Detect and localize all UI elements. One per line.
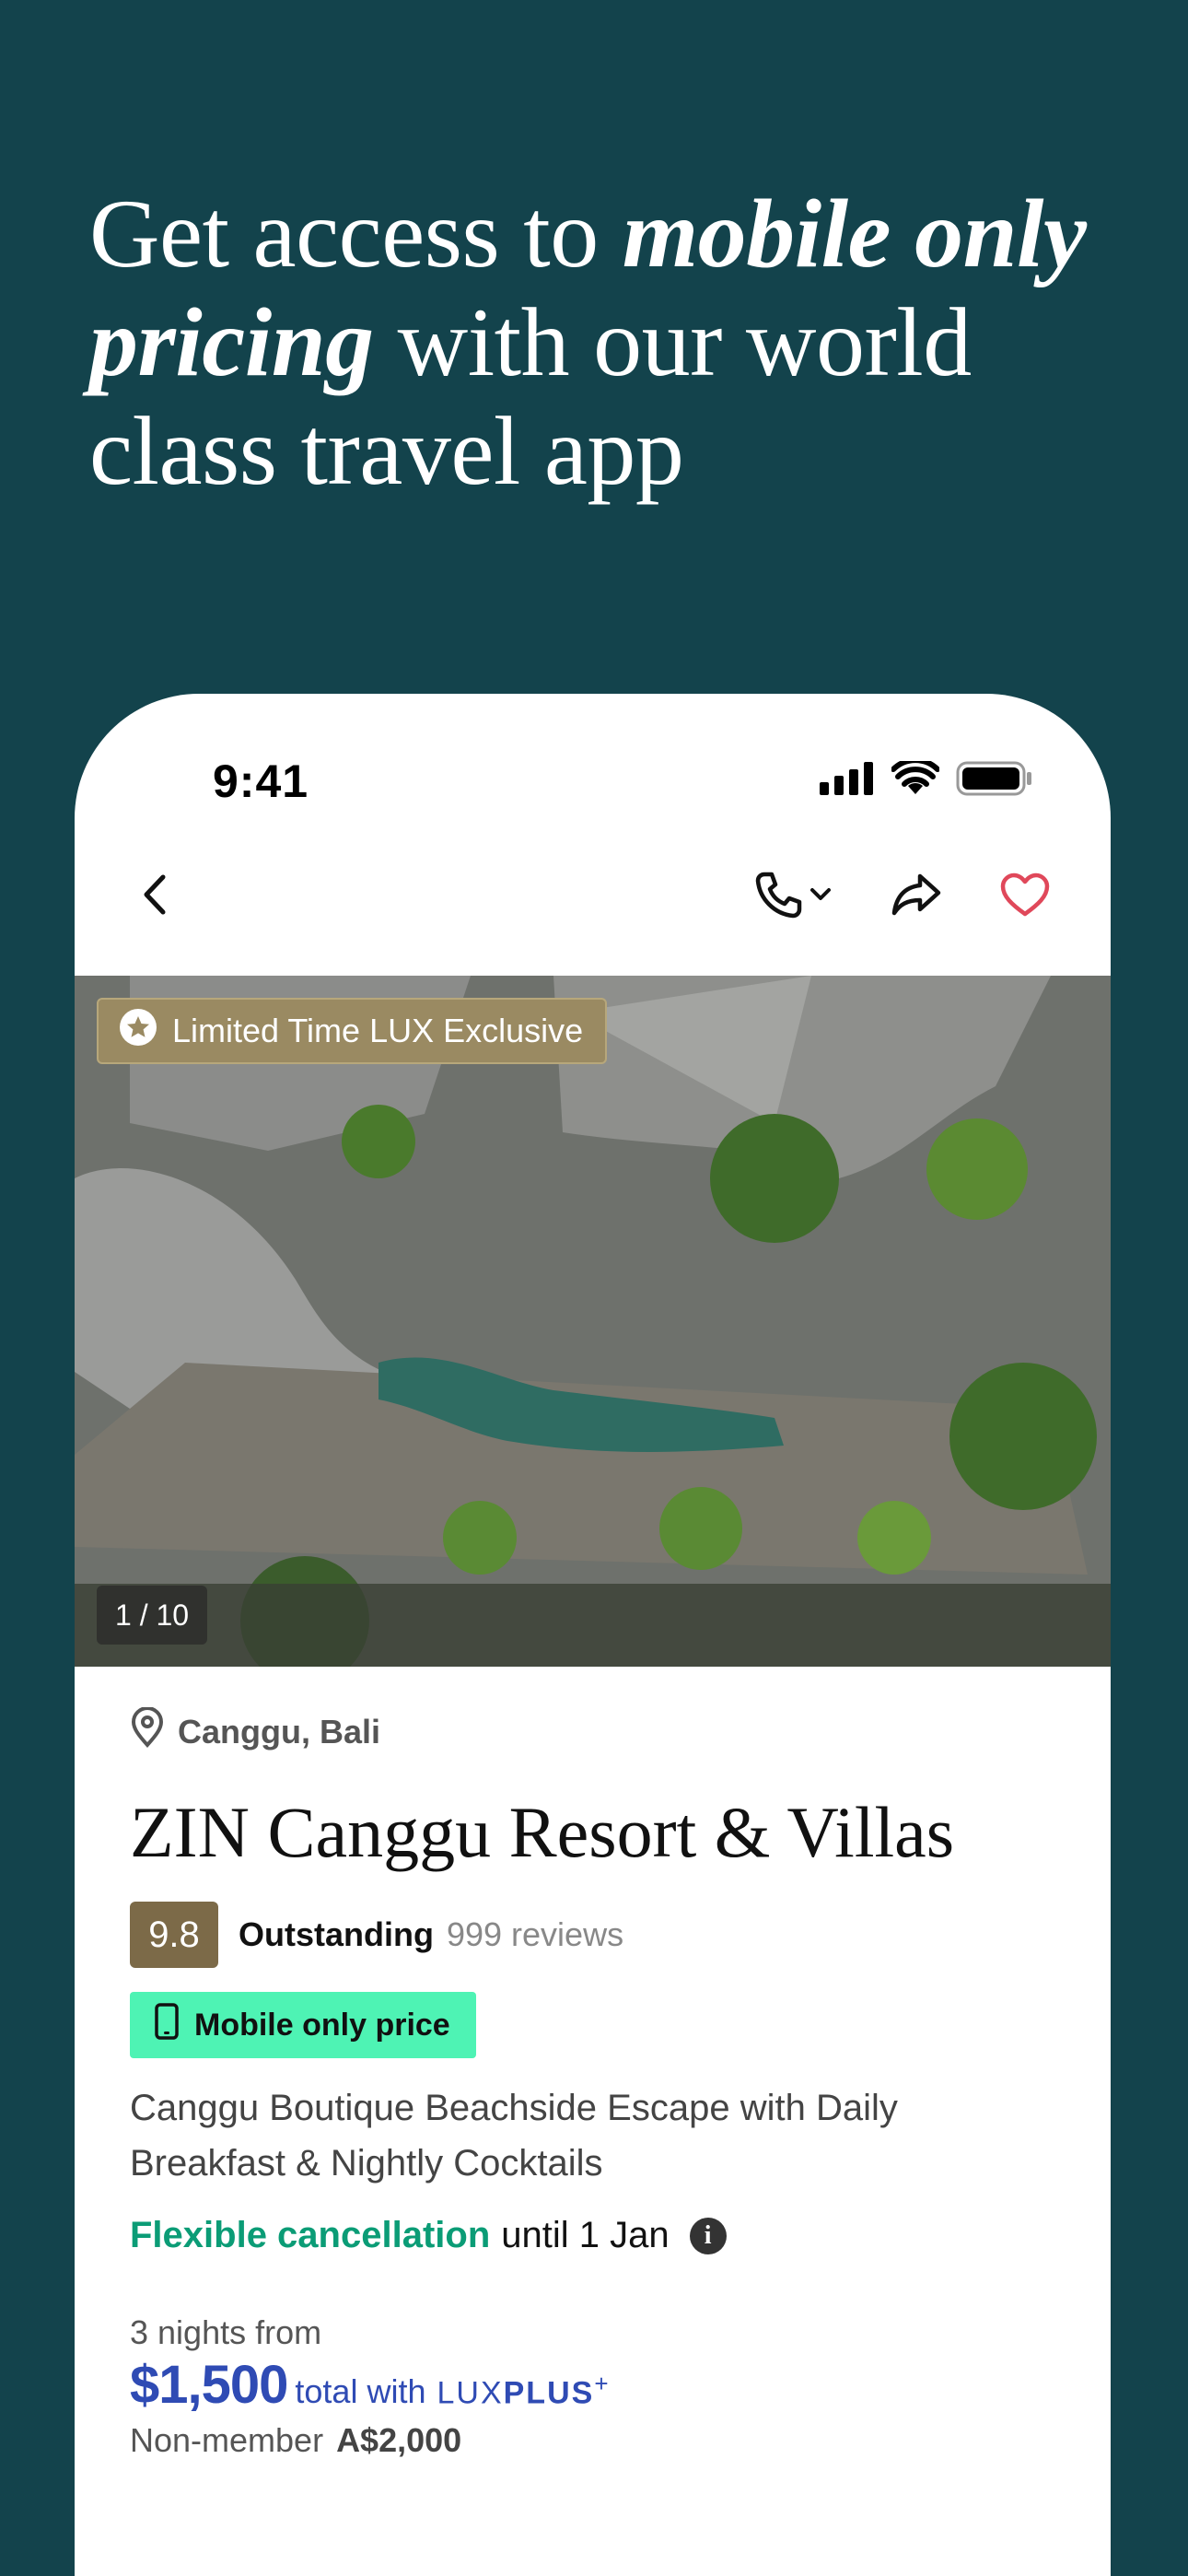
reviews-count[interactable]: 999 reviews bbox=[447, 1915, 623, 1954]
wifi-icon bbox=[891, 757, 940, 801]
total-with-label: total with bbox=[295, 2372, 426, 2410]
battery-icon bbox=[956, 760, 1033, 802]
member-price: $1,500 bbox=[130, 2355, 288, 2415]
location-row: Canggu, Bali bbox=[130, 1706, 1060, 1756]
headline-part1: Get access to bbox=[89, 180, 623, 287]
image-counter: 1 / 10 bbox=[97, 1586, 208, 1645]
resort-aerial-photo bbox=[75, 976, 1111, 1667]
phone-icon bbox=[753, 870, 803, 924]
listing-description: Canggu Boutique Beachside Escape with Da… bbox=[130, 2088, 898, 2184]
rating-score: 9.8 bbox=[130, 1902, 218, 1968]
mobile-device-icon bbox=[154, 2002, 180, 2048]
mobile-only-badge: Mobile only price bbox=[130, 1992, 476, 2058]
hero-image[interactable]: Limited Time LUX Exclusive 1 / 10 bbox=[75, 976, 1111, 1667]
star-icon bbox=[119, 1008, 157, 1055]
nonmember-label: Non-member bbox=[130, 2421, 324, 2459]
status-icons bbox=[820, 757, 1033, 802]
nav-bar bbox=[75, 850, 1111, 961]
phone-frame: 9:41 Limited Time LUX Exclusive 1 / 10 C… bbox=[75, 694, 1111, 2576]
back-button[interactable] bbox=[110, 850, 202, 943]
headline: Get access to mobile only pricing with o… bbox=[89, 180, 1121, 506]
status-bar: 9:41 bbox=[75, 694, 1111, 832]
nights-label: 3 nights from bbox=[130, 2313, 322, 2351]
luxplus-prefix: LUX bbox=[437, 2375, 504, 2410]
info-icon[interactable]: i bbox=[689, 2217, 727, 2254]
price-row: $1,500 total with LUXPLUS+ bbox=[130, 2354, 1060, 2416]
listing-details: Canggu, Bali ZIN Canggu Resort & Villas … bbox=[130, 1706, 1060, 2460]
share-icon bbox=[891, 871, 942, 923]
nonmember-row: Non-member A$2,000 bbox=[130, 2421, 1060, 2460]
cancellation-date: until 1 Jan bbox=[501, 2215, 670, 2255]
back-chevron-icon bbox=[137, 872, 174, 922]
signal-icon bbox=[820, 762, 875, 800]
rating-label: Outstanding bbox=[239, 1915, 434, 1953]
favourite-button[interactable] bbox=[979, 850, 1071, 943]
heart-icon bbox=[999, 872, 1051, 922]
share-button[interactable] bbox=[870, 850, 962, 943]
luxplus-sup: + bbox=[594, 2369, 611, 2397]
call-menu-button[interactable] bbox=[738, 850, 848, 943]
status-time: 9:41 bbox=[213, 755, 309, 807]
luxplus-logo: LUXPLUS+ bbox=[437, 2370, 610, 2411]
cancellation-row: Flexible cancellation until 1 Jan i bbox=[130, 2215, 1060, 2256]
location-label: Canggu, Bali bbox=[178, 1712, 381, 1751]
exclusive-badge-label: Limited Time LUX Exclusive bbox=[172, 1012, 584, 1049]
rating-row[interactable]: 9.8 Outstanding 999 reviews bbox=[130, 1902, 1060, 1968]
location-pin-icon bbox=[130, 1706, 165, 1756]
nonmember-price: A$2,000 bbox=[336, 2421, 462, 2459]
listing-title: ZIN Canggu Resort & Villas bbox=[130, 1792, 955, 1872]
cancellation-highlight: Flexible cancellation bbox=[130, 2215, 491, 2255]
mobile-only-label: Mobile only price bbox=[194, 2007, 450, 2043]
chevron-down-icon bbox=[809, 886, 833, 907]
exclusive-badge: Limited Time LUX Exclusive bbox=[97, 998, 608, 1064]
luxplus-plus: PLUS bbox=[503, 2375, 595, 2410]
